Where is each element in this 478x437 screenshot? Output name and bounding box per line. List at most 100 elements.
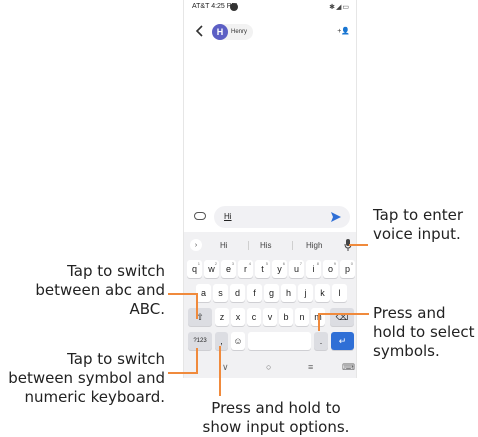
message-input[interactable]: Hi — [214, 206, 350, 228]
callout-line: Tap to enter — [373, 206, 463, 224]
signal-battery-icons: ✱◢▭ — [329, 4, 350, 11]
key-f[interactable]: f — [247, 284, 262, 302]
key-number-hint: 5 — [265, 261, 268, 266]
contact-chip[interactable]: H Henry — [212, 24, 254, 40]
key-k[interactable]: k — [315, 284, 330, 302]
key-number-hint: 2 — [214, 261, 217, 266]
key-number-hint: 6 — [282, 261, 285, 266]
suggestion-3[interactable]: High — [306, 241, 322, 250]
key-letter: o — [327, 264, 333, 274]
phone-screen: AT&T 4:25 PM ✱◢▭ H Henry +👤 Hi › Hi His — [183, 0, 357, 378]
key-t[interactable]: t5 — [255, 260, 270, 278]
symbols-key[interactable]: ?123 — [188, 332, 212, 350]
key-r[interactable]: r4 — [238, 260, 253, 278]
key-letter: r — [244, 264, 247, 274]
callout-line: hold to select — [373, 323, 475, 341]
key-l[interactable]: l — [332, 284, 347, 302]
leader-line — [196, 348, 198, 374]
key-number-hint: 3 — [231, 261, 234, 266]
leader-line — [318, 313, 320, 331]
leader-line — [319, 313, 369, 315]
key-u[interactable]: u7 — [289, 260, 304, 278]
keyboard-switch-icon[interactable]: ⌨ — [342, 362, 355, 373]
key-p[interactable]: p0 — [340, 260, 355, 278]
leader-line — [196, 293, 198, 319]
suggestion-divider — [248, 241, 249, 250]
avatar: H — [212, 24, 228, 40]
key-letter: i — [312, 264, 315, 274]
key-e[interactable]: e3 — [221, 260, 236, 278]
leader-line — [168, 372, 198, 374]
callout-select-symbols: Press and hold to select symbols. — [373, 304, 477, 361]
home-icon[interactable]: ○ — [266, 362, 271, 372]
key-c[interactable]: c — [247, 308, 261, 326]
callout-line: voice input. — [373, 225, 461, 243]
emoji-key[interactable]: ☺ — [231, 332, 245, 350]
callout-line: between abc and — [35, 281, 165, 299]
key-q[interactable]: q1 — [187, 260, 202, 278]
key-o[interactable]: o9 — [323, 260, 338, 278]
key-j[interactable]: j — [298, 284, 313, 302]
key-a[interactable]: a — [196, 284, 211, 302]
chevron-right-icon[interactable]: › — [190, 239, 202, 251]
status-bar: AT&T 4:25 PM ✱◢▭ — [184, 0, 356, 16]
key-v[interactable]: v — [263, 308, 277, 326]
key-number-hint: 9 — [333, 261, 336, 266]
period-key[interactable]: . — [314, 332, 328, 350]
key-i[interactable]: i8 — [306, 260, 321, 278]
key-number-hint: 1 — [197, 261, 200, 266]
add-person-icon[interactable]: +👤 — [337, 27, 350, 35]
attach-icon[interactable] — [194, 212, 206, 220]
send-icon[interactable] — [330, 211, 342, 223]
message-input-text: Hi — [224, 212, 232, 221]
key-z[interactable]: z — [215, 308, 229, 326]
callout-line: numeric keyboard. — [24, 388, 165, 406]
callout-line: Tap to switch — [67, 350, 165, 368]
navigation-bar: ∨ ○ ≡ ⌨ — [184, 360, 356, 378]
callout-switch-abc: Tap to switch between abc and ABC. — [20, 262, 165, 319]
key-x[interactable]: x — [231, 308, 245, 326]
leader-line — [219, 346, 221, 396]
key-s[interactable]: s — [213, 284, 228, 302]
compose-bar: Hi — [184, 204, 356, 232]
callout-line: Press and hold to — [211, 399, 341, 417]
shift-key[interactable]: ⇧ — [188, 308, 212, 326]
callout-line: between symbol and — [8, 369, 165, 387]
key-b[interactable]: b — [279, 308, 293, 326]
key-d[interactable]: d — [230, 284, 245, 302]
callout-line: show input options. — [202, 418, 350, 436]
key-letter: p — [344, 264, 350, 274]
key-y[interactable]: y6 — [272, 260, 287, 278]
comma-key[interactable]: , — [215, 332, 228, 350]
hide-keyboard-icon[interactable]: ∨ — [222, 362, 229, 373]
key-letter: e — [225, 264, 231, 274]
callout-line: Tap to switch — [67, 262, 165, 280]
backspace-key[interactable]: ⌫ — [330, 308, 354, 326]
key-letter: q — [191, 264, 197, 274]
callout-input-options: Press and hold to show input options. — [196, 399, 356, 437]
enter-key[interactable]: ↵ — [331, 332, 354, 350]
conversation-header: H Henry +👤 — [184, 18, 356, 46]
notification-icon — [230, 3, 238, 11]
key-number-hint: 7 — [299, 261, 302, 266]
key-letter: t — [261, 264, 264, 274]
callout-line: symbols. — [373, 342, 440, 360]
key-n[interactable]: n — [295, 308, 309, 326]
key-letter: u — [293, 264, 299, 274]
key-letter: w — [208, 264, 215, 274]
leader-line — [349, 244, 368, 246]
callout-line: Press and — [373, 304, 446, 322]
leader-line — [168, 293, 198, 295]
key-w[interactable]: w2 — [204, 260, 219, 278]
suggestion-1[interactable]: Hi — [220, 241, 228, 250]
back-arrow-icon[interactable] — [194, 24, 206, 38]
key-number-hint: 0 — [350, 261, 353, 266]
key-number-hint: 8 — [316, 261, 319, 266]
suggestion-2[interactable]: His — [260, 241, 272, 250]
space-key[interactable] — [248, 332, 311, 350]
key-h[interactable]: h — [281, 284, 296, 302]
recents-icon[interactable]: ≡ — [308, 362, 313, 372]
suggestion-divider — [292, 241, 293, 250]
key-g[interactable]: g — [264, 284, 279, 302]
contact-name: Henry — [231, 29, 248, 35]
